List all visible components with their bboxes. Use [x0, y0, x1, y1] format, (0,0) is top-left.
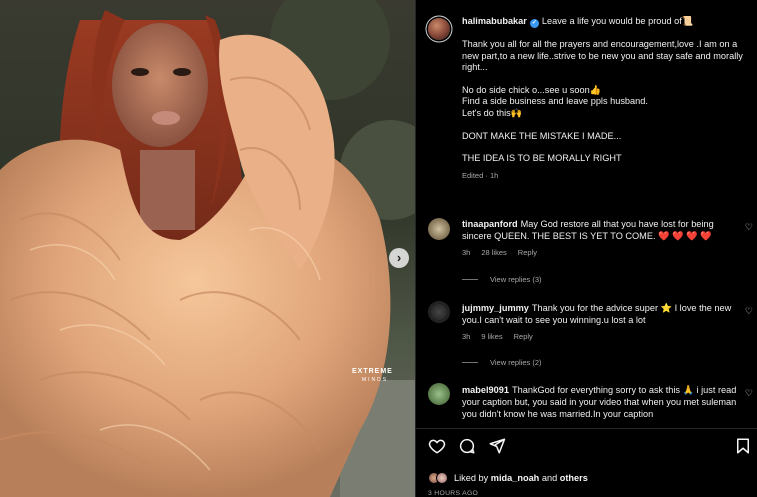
- caption-age: 1h: [489, 170, 499, 180]
- comment-item: mabel9091 ThankGod for everything sorry t…: [462, 384, 742, 420]
- caption-line: No do side chick o...see u soon👍: [462, 85, 602, 95]
- caption-gap: [462, 74, 752, 85]
- caption-line: Let's do this🙌: [462, 107, 523, 118]
- comment-meta: 3h 9 likes Reply: [462, 331, 742, 343]
- liker-avatar: [436, 472, 448, 484]
- small-heart-icon[interactable]: ♡: [745, 222, 753, 233]
- comment-icon[interactable]: [458, 437, 476, 455]
- likes-others[interactable]: others: [560, 473, 588, 483]
- photo-illustration: [0, 0, 415, 497]
- view-replies-line: [462, 362, 478, 363]
- watermark-line-1: EXTREME: [352, 368, 393, 375]
- post-details-panel: halimabubakar ✓ Leave a life you would be …: [415, 0, 757, 497]
- edited-label: Edited: [462, 170, 484, 180]
- post-timestamp: 3 HOURS AGO: [428, 490, 479, 497]
- caption-meta: Edited · 1h: [462, 170, 499, 180]
- next-photo-button[interactable]: ›: [389, 248, 409, 268]
- bookmark-icon[interactable]: [734, 437, 752, 455]
- liker-username[interactable]: mida_noah: [491, 473, 540, 483]
- comments-scroll-area[interactable]: halimabubakar ✓ Leave a life you would be …: [416, 0, 757, 428]
- caption-line: Leave a life you would be proud of📜: [541, 16, 694, 26]
- comment-item: jujmmy_jummy Thank you for the advice sup…: [462, 302, 742, 343]
- small-heart-icon[interactable]: ♡: [745, 306, 753, 317]
- reply-button[interactable]: Reply: [514, 332, 533, 341]
- caption-line: THE IDEA IS TO BE MORALLY RIGHT: [462, 153, 622, 164]
- photo-watermark: EXTREME MINDS: [352, 368, 393, 384]
- chevron-right-icon: ›: [396, 250, 402, 265]
- caption-line: DONT MAKE THE MISTAKE I MADE...: [462, 130, 622, 141]
- caption-line: Thank you all for all the prayers and en…: [462, 39, 746, 73]
- comment-age: 3h: [462, 248, 471, 257]
- commenter-avatar[interactable]: [428, 218, 450, 240]
- author-username[interactable]: halimabubakar: [462, 16, 527, 26]
- comment-username[interactable]: jujmmy_jummy: [462, 303, 529, 313]
- comment-likes[interactable]: 9 likes: [481, 332, 502, 341]
- watermark-line-2: MINDS: [362, 377, 389, 383]
- view-replies-line: [462, 279, 478, 280]
- post-actions-bar: [416, 437, 757, 461]
- comment-username[interactable]: mabel9091: [462, 385, 509, 395]
- share-icon[interactable]: [488, 437, 506, 455]
- caption-gap: [462, 142, 752, 153]
- likes-prefix: Liked by: [454, 473, 489, 483]
- actions-divider: [416, 428, 757, 429]
- commenter-avatar[interactable]: [428, 383, 450, 405]
- small-heart-icon[interactable]: ♡: [745, 388, 753, 399]
- post-photo: EXTREME MINDS ›: [0, 0, 415, 497]
- heart-icon[interactable]: [428, 437, 446, 455]
- post-caption: halimabubakar ✓ Leave a life you would be …: [462, 16, 752, 181]
- view-replies-label: View replies (2): [490, 358, 542, 367]
- caption-gap: [462, 119, 752, 130]
- comment-item: tinaapanford May God restore all that you…: [462, 218, 742, 259]
- author-avatar[interactable]: [428, 18, 450, 40]
- comment-meta: 3h 28 likes Reply: [462, 247, 742, 259]
- view-replies-button[interactable]: View replies (3): [462, 275, 542, 284]
- commenter-avatar[interactable]: [428, 301, 450, 323]
- likes-middle: and: [539, 473, 560, 483]
- likes-summary[interactable]: Liked by mida_noah and others: [428, 470, 588, 486]
- caption-gap: [462, 28, 752, 39]
- reply-button[interactable]: Reply: [518, 248, 537, 257]
- verified-badge-icon: ✓: [529, 19, 539, 28]
- view-replies-label: View replies (3): [490, 275, 542, 284]
- caption-line: Find a side business and leave ppls husb…: [462, 96, 648, 107]
- comment-age: 3h: [462, 332, 471, 341]
- view-replies-button[interactable]: View replies (2): [462, 358, 542, 367]
- comment-username[interactable]: tinaapanford: [462, 219, 518, 229]
- comment-likes[interactable]: 28 likes: [481, 248, 506, 257]
